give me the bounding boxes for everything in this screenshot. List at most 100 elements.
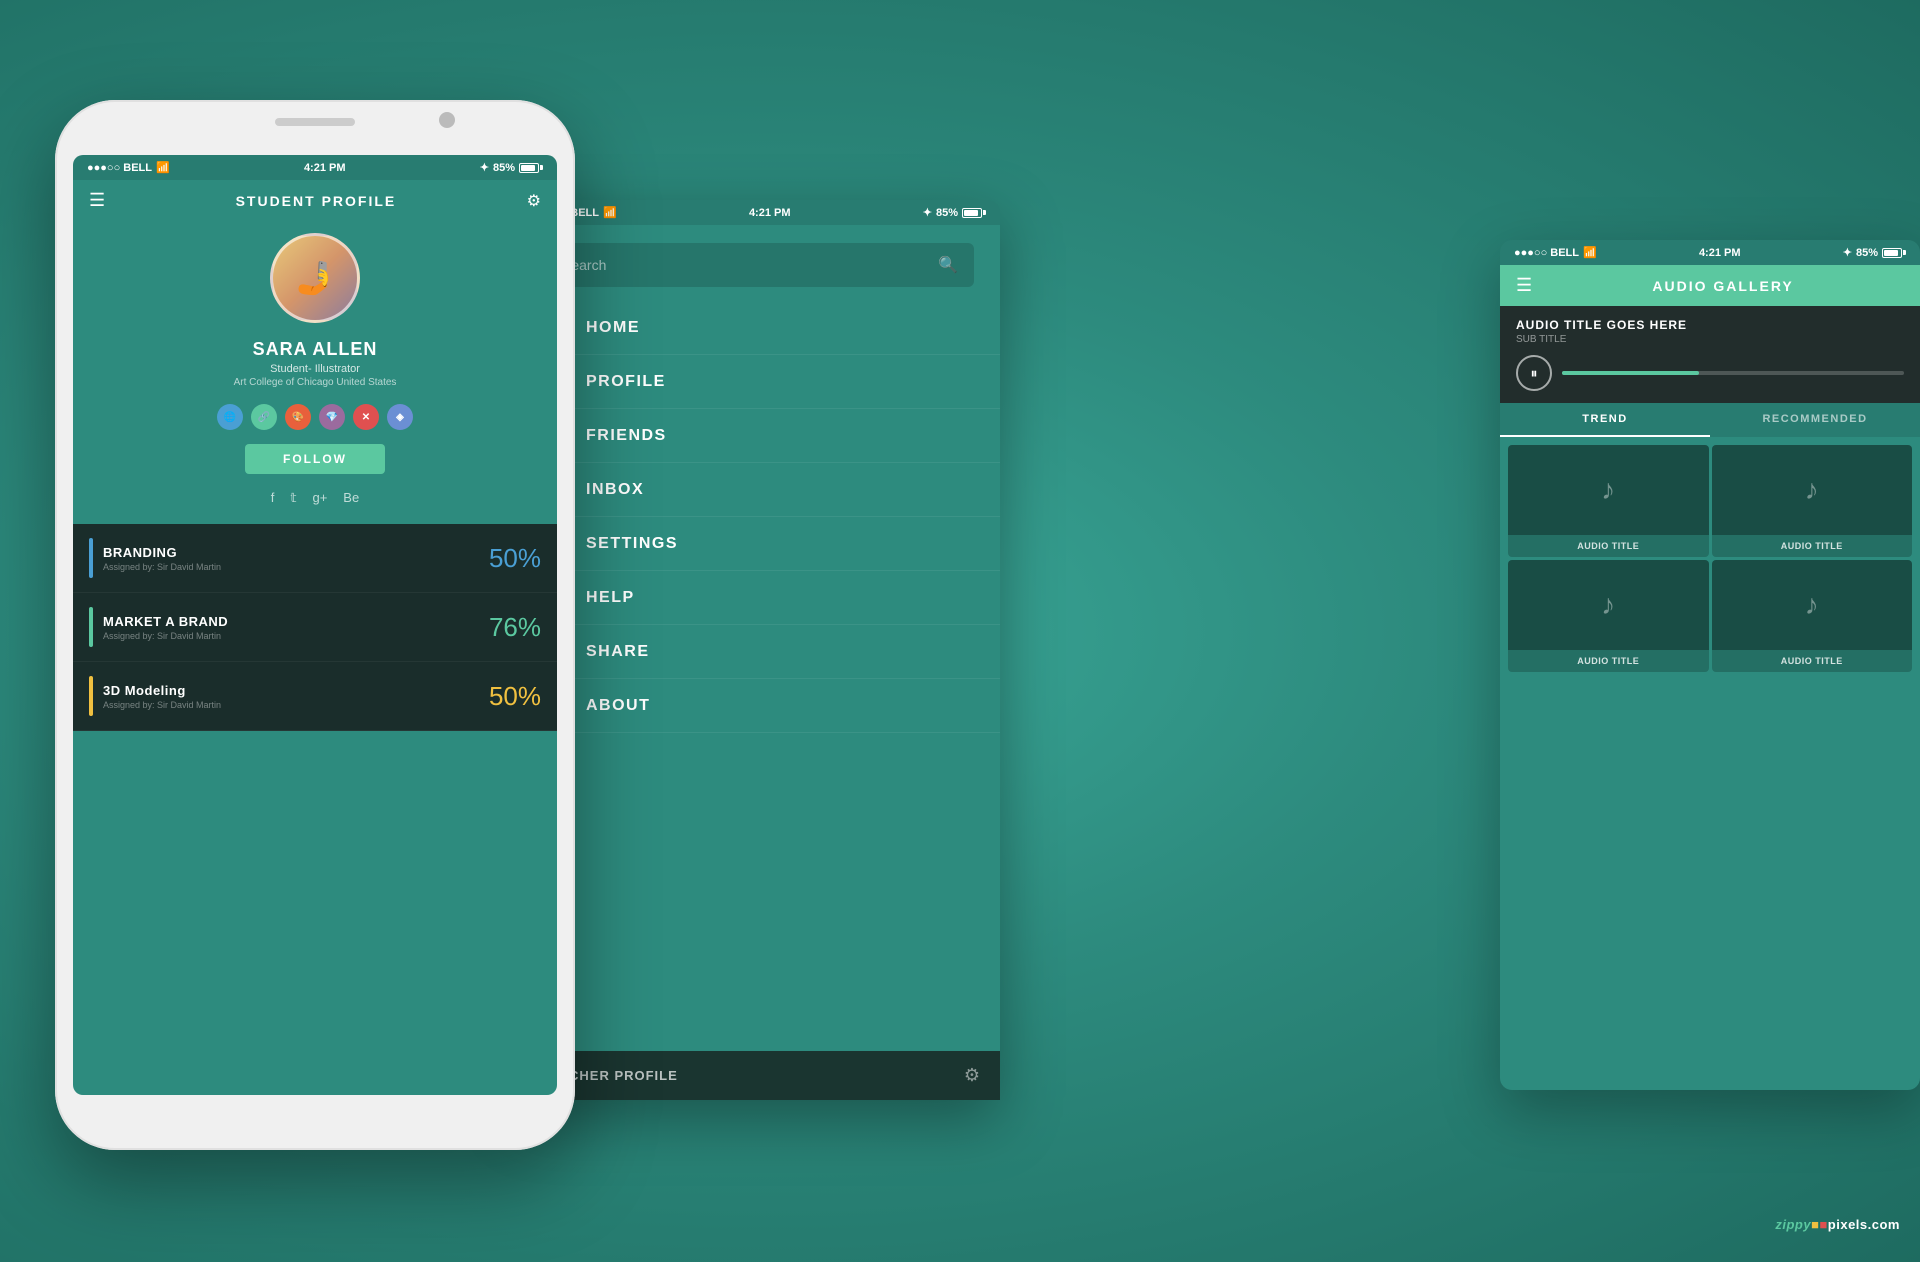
audio-track-subtitle: SUB TITLE <box>1516 334 1904 345</box>
status-left-phone1: ●●●○○ BELL 📶 <box>87 161 170 174</box>
course-info-market: MARKET A BRAND Assigned by: Sir David Ma… <box>103 614 479 641</box>
carrier-phone1: ●●●○○ BELL <box>87 162 152 174</box>
course-item-3d[interactable]: 3D Modeling Assigned by: Sir David Marti… <box>73 662 557 731</box>
avatar: 🤳 <box>270 233 360 323</box>
course-assigned-3d: Assigned by: Sir David Martin <box>103 700 479 710</box>
watermark-brand: zippy <box>1775 1217 1811 1232</box>
watermark-dot2: ■ <box>1819 1217 1827 1232</box>
search-bar[interactable]: Search 🔍 <box>546 243 974 287</box>
status-right-phone1: ✦ 85% <box>480 161 543 174</box>
wifi-icon-phone1: 📶 <box>156 161 170 174</box>
nav-item-about[interactable]: ℹ ABOUT <box>520 679 1000 733</box>
hamburger-audio-icon[interactable]: ☰ <box>1516 275 1532 296</box>
audio-card-1[interactable]: ♪ AUDIO TITLE <box>1508 445 1709 557</box>
audio-card-label-1: AUDIO TITLE <box>1508 535 1709 557</box>
audio-card-label-2: AUDIO TITLE <box>1712 535 1913 557</box>
audio-card-label-3: AUDIO TITLE <box>1508 650 1709 672</box>
course-bar-branding <box>89 538 93 578</box>
social-bubble-4[interactable]: 💎 <box>319 404 345 430</box>
hamburger-menu-icon[interactable]: ☰ <box>89 190 105 211</box>
nav-item-settings[interactable]: ⚙ SETTINGS <box>520 517 1000 571</box>
phone3-screen: ●●●○○ BELL 📶 4:21 PM ✦ 85% ☰ AUDIO GALLE… <box>1500 240 1920 1090</box>
audio-card-label-4: AUDIO TITLE <box>1712 650 1913 672</box>
phone1-student-profile: ●●●○○ BELL 📶 4:21 PM ✦ 85% ☰ STUDENT PRO… <box>55 100 575 1150</box>
behance-link[interactable]: Be <box>343 490 359 506</box>
status-bar-phone2: ●●●○○ BELL 📶 4:21 PM ✦ 85% <box>520 200 1000 225</box>
course-assigned-market: Assigned by: Sir David Martin <box>103 631 479 641</box>
course-assigned-branding: Assigned by: Sir David Martin <box>103 562 479 572</box>
audio-card-4[interactable]: ♪ AUDIO TITLE <box>1712 560 1913 672</box>
course-item-market[interactable]: MARKET A BRAND Assigned by: Sir David Ma… <box>73 593 557 662</box>
nav-label-help: HELP <box>586 589 635 607</box>
tab-trend[interactable]: TREND <box>1500 403 1710 437</box>
avatar-wrap: 🤳 <box>73 217 557 331</box>
phone1-screen: ●●●○○ BELL 📶 4:21 PM ✦ 85% ☰ STUDENT PRO… <box>73 155 557 1095</box>
phone2-screen: ●●●○○ BELL 📶 4:21 PM ✦ 85% Search 🔍 ⌂ <box>520 200 1000 1100</box>
social-bubble-1[interactable]: 🌐 <box>217 404 243 430</box>
social-bubble-5[interactable]: ✕ <box>353 404 379 430</box>
social-icons-row: 🌐 🔗 🎨 💎 ✕ ◈ <box>73 398 557 444</box>
bluetooth-icon-phone1: ✦ <box>480 161 489 174</box>
battery-icon-phone3 <box>1882 248 1906 258</box>
teacher-profile-bar[interactable]: TEACHER PROFILE ⚙ <box>520 1051 1000 1100</box>
audio-card-3[interactable]: ♪ AUDIO TITLE <box>1508 560 1709 672</box>
nav-item-profile[interactable]: 👤 PROFILE <box>520 355 1000 409</box>
course-bar-market <box>89 607 93 647</box>
course-bar-3d <box>89 676 93 716</box>
nav-label-profile: PROFILE <box>586 373 666 391</box>
pause-button[interactable]: ⏸ <box>1516 355 1552 391</box>
time-phone3: 4:21 PM <box>1699 247 1741 259</box>
time-phone1: 4:21 PM <box>304 162 346 174</box>
teacher-gear-icon[interactable]: ⚙ <box>964 1065 980 1086</box>
profile-header: ☰ STUDENT PROFILE ⚙ <box>73 180 557 217</box>
social-bubble-6[interactable]: ◈ <box>387 404 413 430</box>
battery-icon-phone1 <box>519 163 543 173</box>
battery-label-phone2: 85% <box>936 207 958 219</box>
course-percent-branding: 50% <box>489 543 541 574</box>
audio-thumb-4: ♪ <box>1712 560 1913 650</box>
status-bar-phone1: ●●●○○ BELL 📶 4:21 PM ✦ 85% <box>73 155 557 180</box>
audio-track-title: AUDIO TITLE GOES HERE <box>1516 318 1904 332</box>
search-icon[interactable]: 🔍 <box>938 255 958 275</box>
social-links-row: f 𝕥 g+ Be <box>73 486 557 516</box>
tab-recommended[interactable]: RECOMMENDED <box>1710 403 1920 437</box>
progress-bar[interactable] <box>1562 371 1904 375</box>
nav-item-share[interactable]: ↗ SHARE <box>520 625 1000 679</box>
twitter-link[interactable]: 𝕥 <box>290 490 296 506</box>
gear-icon-phone1[interactable]: ⚙ <box>527 191 541 211</box>
search-wrap: Search 🔍 <box>520 225 1000 301</box>
nav-item-home[interactable]: ⌂ HOME <box>520 301 1000 355</box>
phone2-navigation: ●●●○○ BELL 📶 4:21 PM ✦ 85% Search 🔍 ⌂ <box>520 200 1000 1100</box>
course-name-branding: BRANDING <box>103 545 479 560</box>
course-info-3d: 3D Modeling Assigned by: Sir David Marti… <box>103 683 479 710</box>
audio-thumb-2: ♪ <box>1712 445 1913 535</box>
course-item-branding[interactable]: BRANDING Assigned by: Sir David Martin 5… <box>73 524 557 593</box>
progress-fill <box>1562 371 1699 375</box>
page-title-phone1: STUDENT PROFILE <box>236 193 397 209</box>
battery-label-phone1: 85% <box>493 162 515 174</box>
course-info-branding: BRANDING Assigned by: Sir David Martin <box>103 545 479 572</box>
social-bubble-2[interactable]: 🔗 <box>251 404 277 430</box>
audio-thumb-3: ♪ <box>1508 560 1709 650</box>
battery-icon-phone2 <box>962 208 986 218</box>
audio-grid: ♪ AUDIO TITLE ♪ AUDIO TITLE ♪ AUDIO TITL… <box>1500 437 1920 680</box>
search-placeholder: Search <box>562 257 930 273</box>
user-school: Art College of Chicago United States <box>73 376 557 398</box>
nav-item-inbox[interactable]: ✉ INBOX <box>520 463 1000 517</box>
bt-icon-phone3: ✦ <box>1843 246 1852 259</box>
googleplus-link[interactable]: g+ <box>312 490 327 506</box>
user-role: Student- Illustrator <box>73 362 557 376</box>
nav-item-help[interactable]: ? HELP <box>520 571 1000 625</box>
wifi-icon-phone2: 📶 <box>603 206 617 219</box>
audio-gallery-header: ☰ AUDIO GALLERY <box>1500 265 1920 306</box>
audio-card-2[interactable]: ♪ AUDIO TITLE <box>1712 445 1913 557</box>
audio-player-row: ⏸ <box>1516 355 1904 391</box>
social-bubble-3[interactable]: 🎨 <box>285 404 311 430</box>
course-name-market: MARKET A BRAND <box>103 614 479 629</box>
facebook-link[interactable]: f <box>271 490 275 506</box>
nav-item-friends[interactable]: 👥 FRIENDS <box>520 409 1000 463</box>
user-name: SARA ALLEN <box>73 331 557 362</box>
nav-label-inbox: INBOX <box>586 481 644 499</box>
follow-button[interactable]: FOLLOW <box>245 444 385 474</box>
phone3-audio-gallery: ●●●○○ BELL 📶 4:21 PM ✦ 85% ☰ AUDIO GALLE… <box>1500 240 1920 1090</box>
